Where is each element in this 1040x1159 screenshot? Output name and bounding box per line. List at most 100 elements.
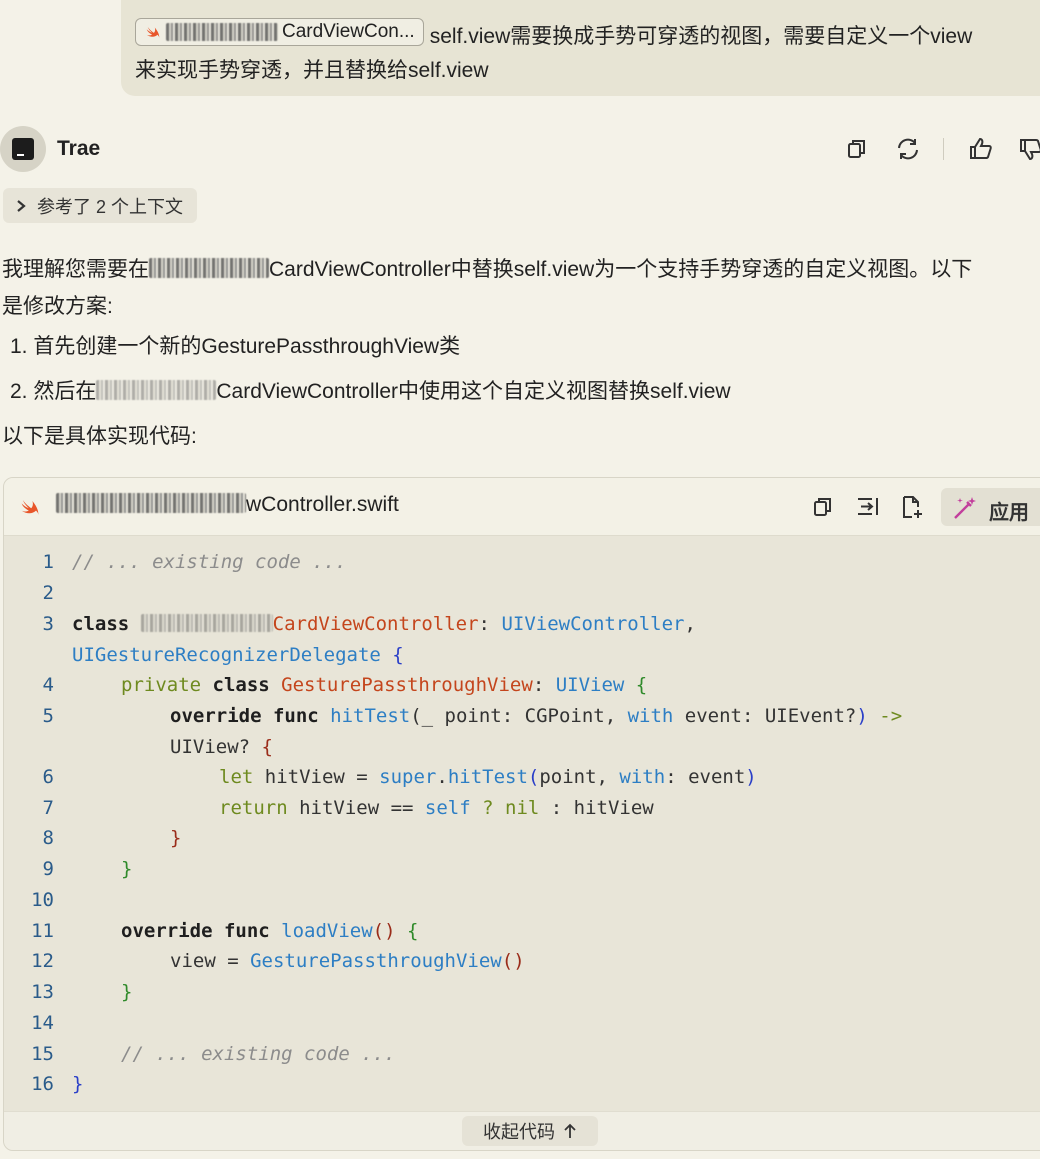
apply-label: 应用 — [989, 502, 1029, 524]
line-number: 7 — [42, 797, 54, 819]
step-text: CardViewController中使用这个自定义视图替换self.view — [216, 380, 731, 403]
code-token: UIView? — [170, 736, 262, 758]
code-token: override func — [121, 920, 282, 942]
line-number: 12 — [31, 950, 54, 972]
apply-button[interactable]: 应用 — [941, 488, 1040, 526]
line-number: 5 — [42, 705, 54, 727]
code-token: UIViewController — [501, 613, 685, 635]
message-actions — [0, 132, 1040, 166]
code-comment: // ... existing code ... — [121, 1043, 396, 1065]
code-token: ) — [745, 766, 757, 788]
line-number: 3 — [42, 613, 54, 635]
thumbs-down-icon[interactable] — [1018, 136, 1040, 162]
line-number: 8 — [42, 827, 54, 849]
user-message-line-1: self.view需要换成手势可穿透的视图，需要自定义一个view — [429, 25, 973, 48]
code-token: override func — [170, 705, 331, 727]
code-line: UIGestureRecognizerDelegate { — [72, 644, 404, 666]
code-line: } — [121, 981, 133, 1003]
actions-divider — [943, 138, 944, 160]
code-line: } — [121, 858, 133, 880]
new-file-icon[interactable] — [899, 494, 925, 520]
code-line: UIView? { — [170, 736, 273, 758]
code-line: let hitView = super.hitTest(point, with:… — [219, 766, 757, 788]
code-token: class — [72, 613, 141, 635]
code-token: point, — [539, 766, 620, 788]
code-line: view = GesturePassthroughView() — [170, 950, 525, 972]
code-line: // ... existing code ... — [121, 1043, 396, 1065]
code-token: return — [219, 797, 300, 819]
code-token: : event — [665, 766, 746, 788]
code-token: super — [379, 766, 437, 788]
blurred-text — [166, 22, 278, 42]
code-token: () — [372, 920, 396, 942]
code-token: loadView — [281, 920, 373, 942]
user-message-line-2: 来实现手势穿透，并且替换给self.view — [135, 59, 489, 82]
code-token: hitView = — [264, 766, 380, 788]
code-token: : — [532, 674, 556, 696]
code-token: ? — [470, 797, 506, 819]
response-paragraph-line-1: 我理解您需要在 CardViewController中替换self.view为一个… — [2, 251, 972, 288]
code-token: hitView == — [299, 797, 425, 819]
code-comment: // ... existing code ... — [72, 551, 347, 573]
code-token: with — [627, 705, 674, 727]
file-name-text: wController.swift — [246, 493, 399, 516]
code-token: (_ point: CGPoint, — [410, 705, 628, 727]
code-token: view = — [170, 950, 251, 972]
code-token: GesturePassthroughView — [250, 950, 502, 972]
code-line: class CardViewController: UIViewControll… — [72, 613, 696, 635]
file-reference-chip[interactable]: CardViewCon... — [135, 18, 424, 46]
regenerate-icon[interactable] — [895, 136, 921, 162]
code-token: () — [501, 950, 525, 972]
line-number: 2 — [42, 582, 54, 604]
line-number: 1 — [42, 551, 54, 573]
context-toggle[interactable]: 参考了 2 个上下文 — [3, 188, 198, 223]
code-token: ) — [856, 705, 868, 727]
blurred-text — [96, 380, 217, 400]
magic-wand-icon — [954, 497, 976, 519]
code-token: { — [395, 920, 419, 942]
line-number: 6 — [42, 766, 54, 788]
code-token: let — [219, 766, 265, 788]
code-line: return hitView == self ? nil : hitView — [219, 797, 654, 819]
collapse-code-button[interactable]: 收起代码 — [462, 1116, 598, 1146]
code-token: private — [121, 674, 213, 696]
code-token: hitTest — [330, 705, 411, 727]
code-token: hitTest — [447, 766, 528, 788]
code-line: // ... existing code ... — [72, 551, 347, 573]
user-message-bubble: CardViewCon... self.view需要换成手势可穿透的视图，需要自… — [121, 0, 1040, 96]
blurred-text — [149, 258, 269, 278]
code-token: : hitView — [539, 797, 654, 819]
code-block: wController.swift 应用 1 2 3 4 5 6 7 8 9 1… — [3, 477, 1040, 1151]
response-text: 我理解您需要在 — [2, 258, 149, 281]
code-token: self — [424, 797, 471, 819]
response-paragraph-line-2: 是修改方案: — [2, 295, 113, 318]
insert-code-icon[interactable] — [855, 494, 881, 520]
line-number: 13 — [31, 981, 54, 1003]
code-token: , — [684, 613, 696, 635]
collapse-label: 收起代码 — [483, 1122, 555, 1142]
code-block-header: wController.swift 应用 — [4, 478, 1040, 536]
code-token: class — [212, 674, 282, 696]
step-2: 2. 然后在 CardViewController中使用这个自定义视图替换self… — [10, 373, 731, 410]
code-token: CardViewController — [272, 613, 479, 635]
code-line: override func loadView() { — [121, 920, 418, 942]
code-token: . — [436, 766, 448, 788]
code-token: UIGestureRecognizerDelegate — [72, 644, 381, 666]
line-number: 11 — [31, 920, 54, 942]
code-intro: 以下是具体实现代码: — [2, 425, 197, 448]
line-number: 10 — [31, 889, 54, 911]
code-token: GesturePassthroughView — [281, 674, 533, 696]
line-number: 14 — [31, 1012, 54, 1034]
user-message-text: CardViewCon... self.view需要换成手势可穿透的视图，需要自… — [135, 18, 1031, 88]
code-line: } — [72, 1073, 84, 1095]
context-label: 参考了 2 个上下文 — [37, 196, 184, 217]
code-token: event: UIEvent? — [673, 705, 857, 727]
copy-code-icon[interactable] — [810, 494, 836, 520]
swift-file-icon — [21, 499, 39, 516]
code-line: private class GesturePassthroughView: UI… — [121, 674, 647, 696]
copy-icon[interactable] — [844, 136, 870, 162]
code-token: nil — [505, 797, 540, 819]
thumbs-up-icon[interactable] — [968, 136, 994, 162]
response-text: CardViewController中替换self.view为一个支持手势穿透的… — [269, 258, 973, 281]
code-token: { — [380, 644, 404, 666]
